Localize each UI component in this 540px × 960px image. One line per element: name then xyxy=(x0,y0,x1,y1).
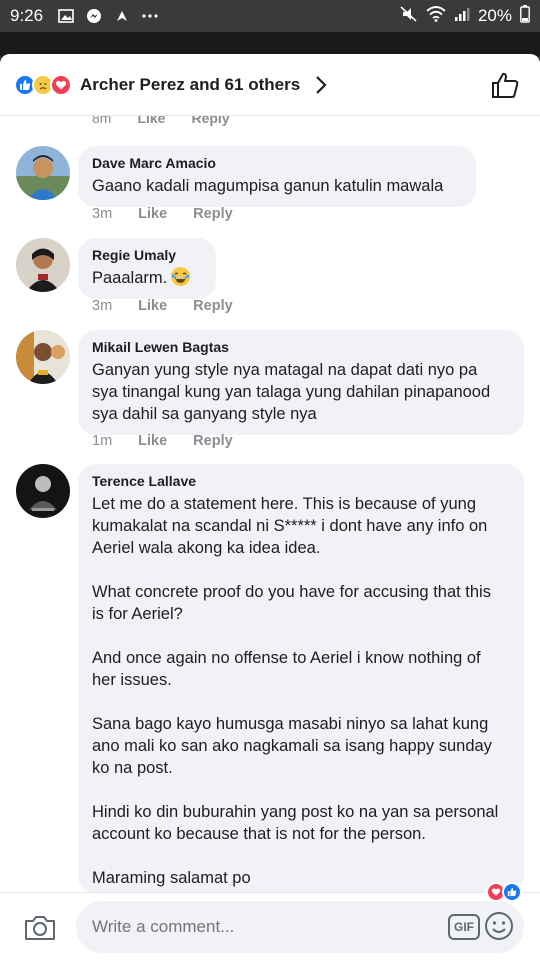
comment-time: 3m xyxy=(92,298,113,314)
like-reaction-icon xyxy=(502,882,522,902)
reply-link[interactable]: Reply xyxy=(193,298,233,314)
reply-link[interactable]: Reply xyxy=(193,433,233,449)
comments-list[interactable]: 8m Like Reply Dave Marc Amacio Gaano kad… xyxy=(0,116,540,892)
comment-meta: 3m Like Reply xyxy=(92,206,233,222)
gif-button[interactable]: GIF xyxy=(448,914,480,940)
reaction-icons xyxy=(14,73,72,96)
chevron-right-icon[interactable] xyxy=(314,75,328,95)
reply-link[interactable]: Reply xyxy=(191,116,229,126)
love-reaction-icon xyxy=(50,73,72,96)
comment-reactions-peek[interactable] xyxy=(486,882,522,902)
image-icon xyxy=(57,9,75,24)
comment-author[interactable]: Regie Umaly xyxy=(92,247,202,263)
laughing-emoji-icon xyxy=(171,267,191,286)
comment-author[interactable]: Dave Marc Amacio xyxy=(92,155,462,171)
comment-text: Let me do a statement here. This is beca… xyxy=(92,495,499,887)
mute-icon xyxy=(400,5,418,27)
clock: 9:26 xyxy=(10,6,44,25)
messenger-icon xyxy=(85,9,103,24)
comment-time: 8m xyxy=(92,116,112,126)
comment-author[interactable]: Terence Lallave xyxy=(92,473,510,489)
comment-meta: 3m Like Reply xyxy=(92,298,233,314)
comment-text: Ganyan yung style nya matagal na dapat d… xyxy=(92,361,491,423)
comment-time: 3m xyxy=(92,206,113,222)
reactions-header[interactable]: Archer Perez and 61 others xyxy=(0,54,540,116)
like-link[interactable]: Like xyxy=(138,298,167,314)
signal-icon xyxy=(454,6,470,27)
avatar[interactable] xyxy=(16,146,70,200)
camera-icon[interactable] xyxy=(24,913,56,941)
like-link[interactable]: Like xyxy=(138,206,167,222)
comment-meta-cut: 8m Like Reply xyxy=(92,116,230,126)
reactors-summary[interactable]: Archer Perez and 61 others xyxy=(80,75,300,95)
comment-time: 1m xyxy=(92,433,113,449)
comment-meta: 1m Like Reply xyxy=(92,433,233,449)
comment-author[interactable]: Mikail Lewen Bagtas xyxy=(92,339,510,355)
battery-icon xyxy=(520,4,530,28)
emoji-smiley-icon[interactable] xyxy=(484,911,514,941)
comment-text: Paaalarm. xyxy=(92,269,168,287)
more-dots-icon xyxy=(141,9,159,24)
comment-text: Gaano kadali magumpisa ganun katulin maw… xyxy=(92,177,444,195)
comment-bubble[interactable]: Terence Lallave Let me do a statement he… xyxy=(78,464,524,892)
comment-bubble[interactable]: Mikail Lewen Bagtas Ganyan yung style ny… xyxy=(78,330,524,435)
avatar[interactable] xyxy=(16,330,70,384)
avatar[interactable] xyxy=(16,238,70,292)
like-link[interactable]: Like xyxy=(137,116,165,126)
comments-sheet: Archer Perez and 61 others 8m Like Reply… xyxy=(0,54,540,960)
comment-composer: GIF xyxy=(0,892,540,960)
battery-text: 20% xyxy=(477,6,512,25)
wifi-icon xyxy=(426,5,446,27)
comment-text-line: Paaalarm. xyxy=(92,267,202,289)
reply-link[interactable]: Reply xyxy=(193,206,233,222)
like-button-icon[interactable] xyxy=(490,70,520,100)
status-bar: 9:26 20% xyxy=(0,0,540,32)
avatar[interactable] xyxy=(16,464,70,518)
comment-bubble[interactable]: Dave Marc Amacio Gaano kadali magumpisa … xyxy=(78,146,476,207)
comment-bubble[interactable]: Regie Umaly Paaalarm. xyxy=(78,238,216,299)
like-link[interactable]: Like xyxy=(138,433,167,449)
notification-icon xyxy=(113,9,131,24)
underlying-app-backdrop xyxy=(0,32,540,56)
status-right: 20% xyxy=(400,4,530,28)
